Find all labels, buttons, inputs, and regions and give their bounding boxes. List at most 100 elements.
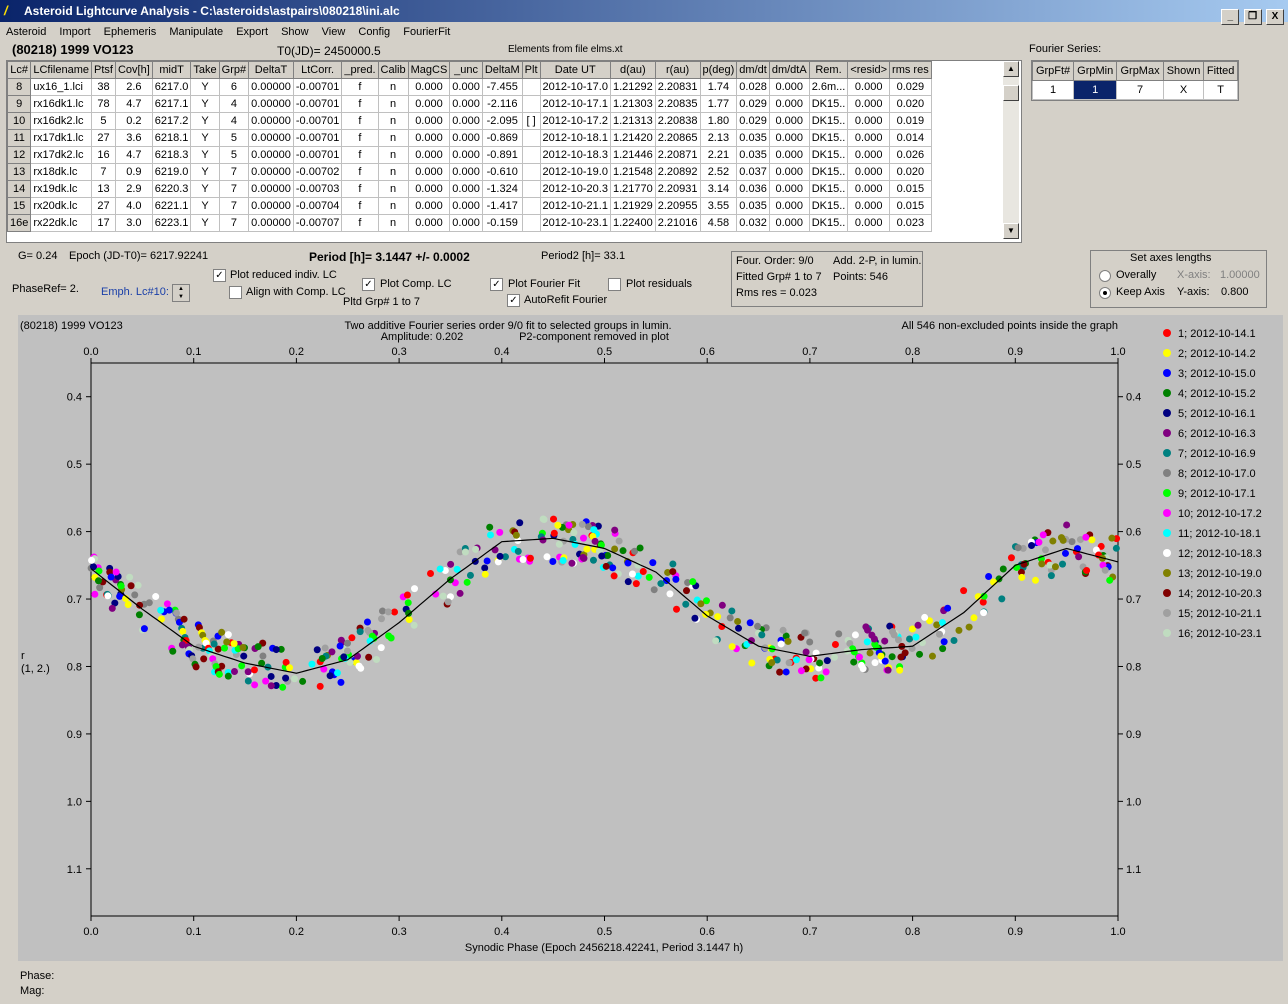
table-cell[interactable]: DK15..: [808, 129, 849, 147]
table-cell[interactable]: 6220.3: [151, 180, 192, 198]
column-header[interactable]: midT: [151, 61, 192, 79]
column-header[interactable]: d(au): [609, 61, 656, 79]
table-cell[interactable]: n: [377, 129, 409, 147]
column-header[interactable]: Date UT: [539, 61, 611, 79]
fourier-column-header[interactable]: GrpMin: [1073, 61, 1118, 81]
table-cell[interactable]: -1.417: [481, 197, 523, 215]
scroll-thumb[interactable]: [1003, 85, 1019, 101]
table-cell[interactable]: 0.032: [736, 214, 770, 232]
row-header[interactable]: 9: [7, 95, 32, 113]
table-cell[interactable]: 0.020: [889, 163, 932, 181]
table-cell[interactable]: 0.000: [847, 214, 891, 232]
table-cell[interactable]: Y: [190, 214, 220, 232]
table-row[interactable]: 9 rx16dk1.lc 78 4.7 6217.1 Y 4 0.00000 -0.00701 f…: [7, 95, 932, 113]
table-cell[interactable]: -0.00701: [292, 78, 343, 96]
table-row[interactable]: 15 rx20dk.lc 27 4.0 6221.1 Y 7 0.00000 -0.00704 f…: [7, 197, 932, 215]
table-cell[interactable]: 2012-10-17.1: [539, 95, 611, 113]
table-cell[interactable]: Y: [190, 197, 220, 215]
table-cell[interactable]: 0.00000: [248, 95, 294, 113]
table-cell[interactable]: 2.20865: [654, 129, 701, 147]
row-header[interactable]: 15: [7, 197, 32, 215]
table-cell[interactable]: [521, 163, 541, 181]
table-cell[interactable]: 0.9: [114, 163, 153, 181]
table-cell[interactable]: 2012-10-18.3: [539, 146, 611, 164]
table-cell[interactable]: n: [377, 180, 409, 198]
table-cell[interactable]: 6221.1: [151, 197, 192, 215]
table-cell[interactable]: DK15..: [808, 95, 849, 113]
table-cell[interactable]: [521, 129, 541, 147]
table-cell[interactable]: 0.000: [847, 146, 891, 164]
fourier-column-header[interactable]: GrpMax: [1116, 61, 1164, 81]
table-row[interactable]: 11 rx17dk1.lc 27 3.6 6218.1 Y 5 0.00000 -0.00701…: [7, 129, 932, 147]
table-cell[interactable]: 1.21420: [609, 129, 656, 147]
table-cell[interactable]: 0.000: [407, 197, 451, 215]
table-cell[interactable]: 6217.2: [151, 112, 192, 130]
table-cell[interactable]: 0.000: [768, 214, 810, 232]
column-header[interactable]: DeltaT: [248, 61, 294, 79]
table-cell[interactable]: 0.014: [889, 129, 932, 147]
table-cell[interactable]: 27: [91, 197, 116, 215]
column-header[interactable]: Lc#: [7, 61, 32, 79]
table-cell[interactable]: 2.21: [699, 146, 738, 164]
lightcurve-plot[interactable]: (80218) 1999 VO123 Two additive Fourier s…: [18, 315, 1283, 961]
table-cell[interactable]: n: [377, 163, 409, 181]
table-cell[interactable]: 0.00000: [248, 112, 294, 130]
table-cell[interactable]: 1.22400: [609, 214, 656, 232]
table-cell[interactable]: 2.20831: [654, 78, 701, 96]
column-header[interactable]: dm/dt: [736, 61, 770, 79]
table-cell[interactable]: 2.20835: [654, 95, 701, 113]
table-cell[interactable]: 38: [91, 78, 116, 96]
emph-spinner[interactable]: ▲ ▼: [172, 284, 190, 302]
table-cell[interactable]: 0.026: [889, 146, 932, 164]
table-cell[interactable]: 2.20955: [654, 197, 701, 215]
table-cell[interactable]: rx17dk2.lc: [30, 146, 92, 164]
menu-ephemeris[interactable]: Ephemeris: [100, 23, 161, 41]
table-cell[interactable]: 0.000: [768, 129, 810, 147]
table-cell[interactable]: f: [341, 163, 379, 181]
table-cell[interactable]: f: [341, 95, 379, 113]
menu-config[interactable]: Config: [354, 23, 394, 41]
fourier-series-table[interactable]: GrpFt# GrpMin GrpMax Shown Fitted 117XT: [1031, 60, 1239, 101]
table-cell[interactable]: 0.000: [847, 163, 891, 181]
table-cell[interactable]: Y: [190, 95, 220, 113]
table-cell[interactable]: 5: [218, 146, 250, 164]
table-cell[interactable]: 0.000: [847, 180, 891, 198]
table-cell[interactable]: 0.000: [768, 197, 810, 215]
table-cell[interactable]: 0.000: [449, 180, 483, 198]
fourier-column-header[interactable]: Fitted: [1203, 61, 1238, 81]
table-cell[interactable]: n: [377, 197, 409, 215]
table-cell[interactable]: 4.7: [114, 95, 153, 113]
table-cell[interactable]: f: [341, 180, 379, 198]
table-cell[interactable]: 1.21548: [609, 163, 656, 181]
table-cell[interactable]: 0.028: [736, 78, 770, 96]
plot-residuals-checkbox[interactable]: [608, 278, 621, 291]
table-cell[interactable]: -0.610: [481, 163, 523, 181]
plot-fourier-checkbox[interactable]: ✓: [490, 278, 503, 291]
table-cell[interactable]: -2.116: [481, 95, 523, 113]
table-cell[interactable]: 2.6: [114, 78, 153, 96]
table-cell[interactable]: 0.000: [847, 95, 891, 113]
table-cell[interactable]: 3.14: [699, 180, 738, 198]
table-cell[interactable]: 2012-10-18.1: [539, 129, 611, 147]
table-cell[interactable]: [521, 78, 541, 96]
table-cell[interactable]: n: [377, 112, 409, 130]
table-cell[interactable]: 1.77: [699, 95, 738, 113]
menu-export[interactable]: Export: [232, 23, 272, 41]
table-cell[interactable]: f: [341, 197, 379, 215]
fourier-column-header[interactable]: GrpFt#: [1031, 61, 1075, 81]
table-cell[interactable]: 0.015: [889, 197, 932, 215]
table-cell[interactable]: -0.00704: [292, 197, 343, 215]
table-cell[interactable]: 0.000: [407, 95, 451, 113]
keep-axis-radio[interactable]: [1099, 287, 1111, 299]
table-cell[interactable]: 0.00000: [248, 146, 294, 164]
table-cell[interactable]: 2.20931: [654, 180, 701, 198]
scroll-up-button[interactable]: ▲: [1003, 61, 1019, 77]
table-cell[interactable]: 6217.1: [151, 95, 192, 113]
table-cell[interactable]: f: [341, 214, 379, 232]
table-cell[interactable]: [521, 197, 541, 215]
table-cell[interactable]: 2.6m...: [808, 78, 849, 96]
table-cell[interactable]: DK15..: [808, 112, 849, 130]
table-cell[interactable]: 2.52: [699, 163, 738, 181]
table-cell[interactable]: 0.023: [889, 214, 932, 232]
table-cell[interactable]: rx20dk.lc: [30, 197, 92, 215]
